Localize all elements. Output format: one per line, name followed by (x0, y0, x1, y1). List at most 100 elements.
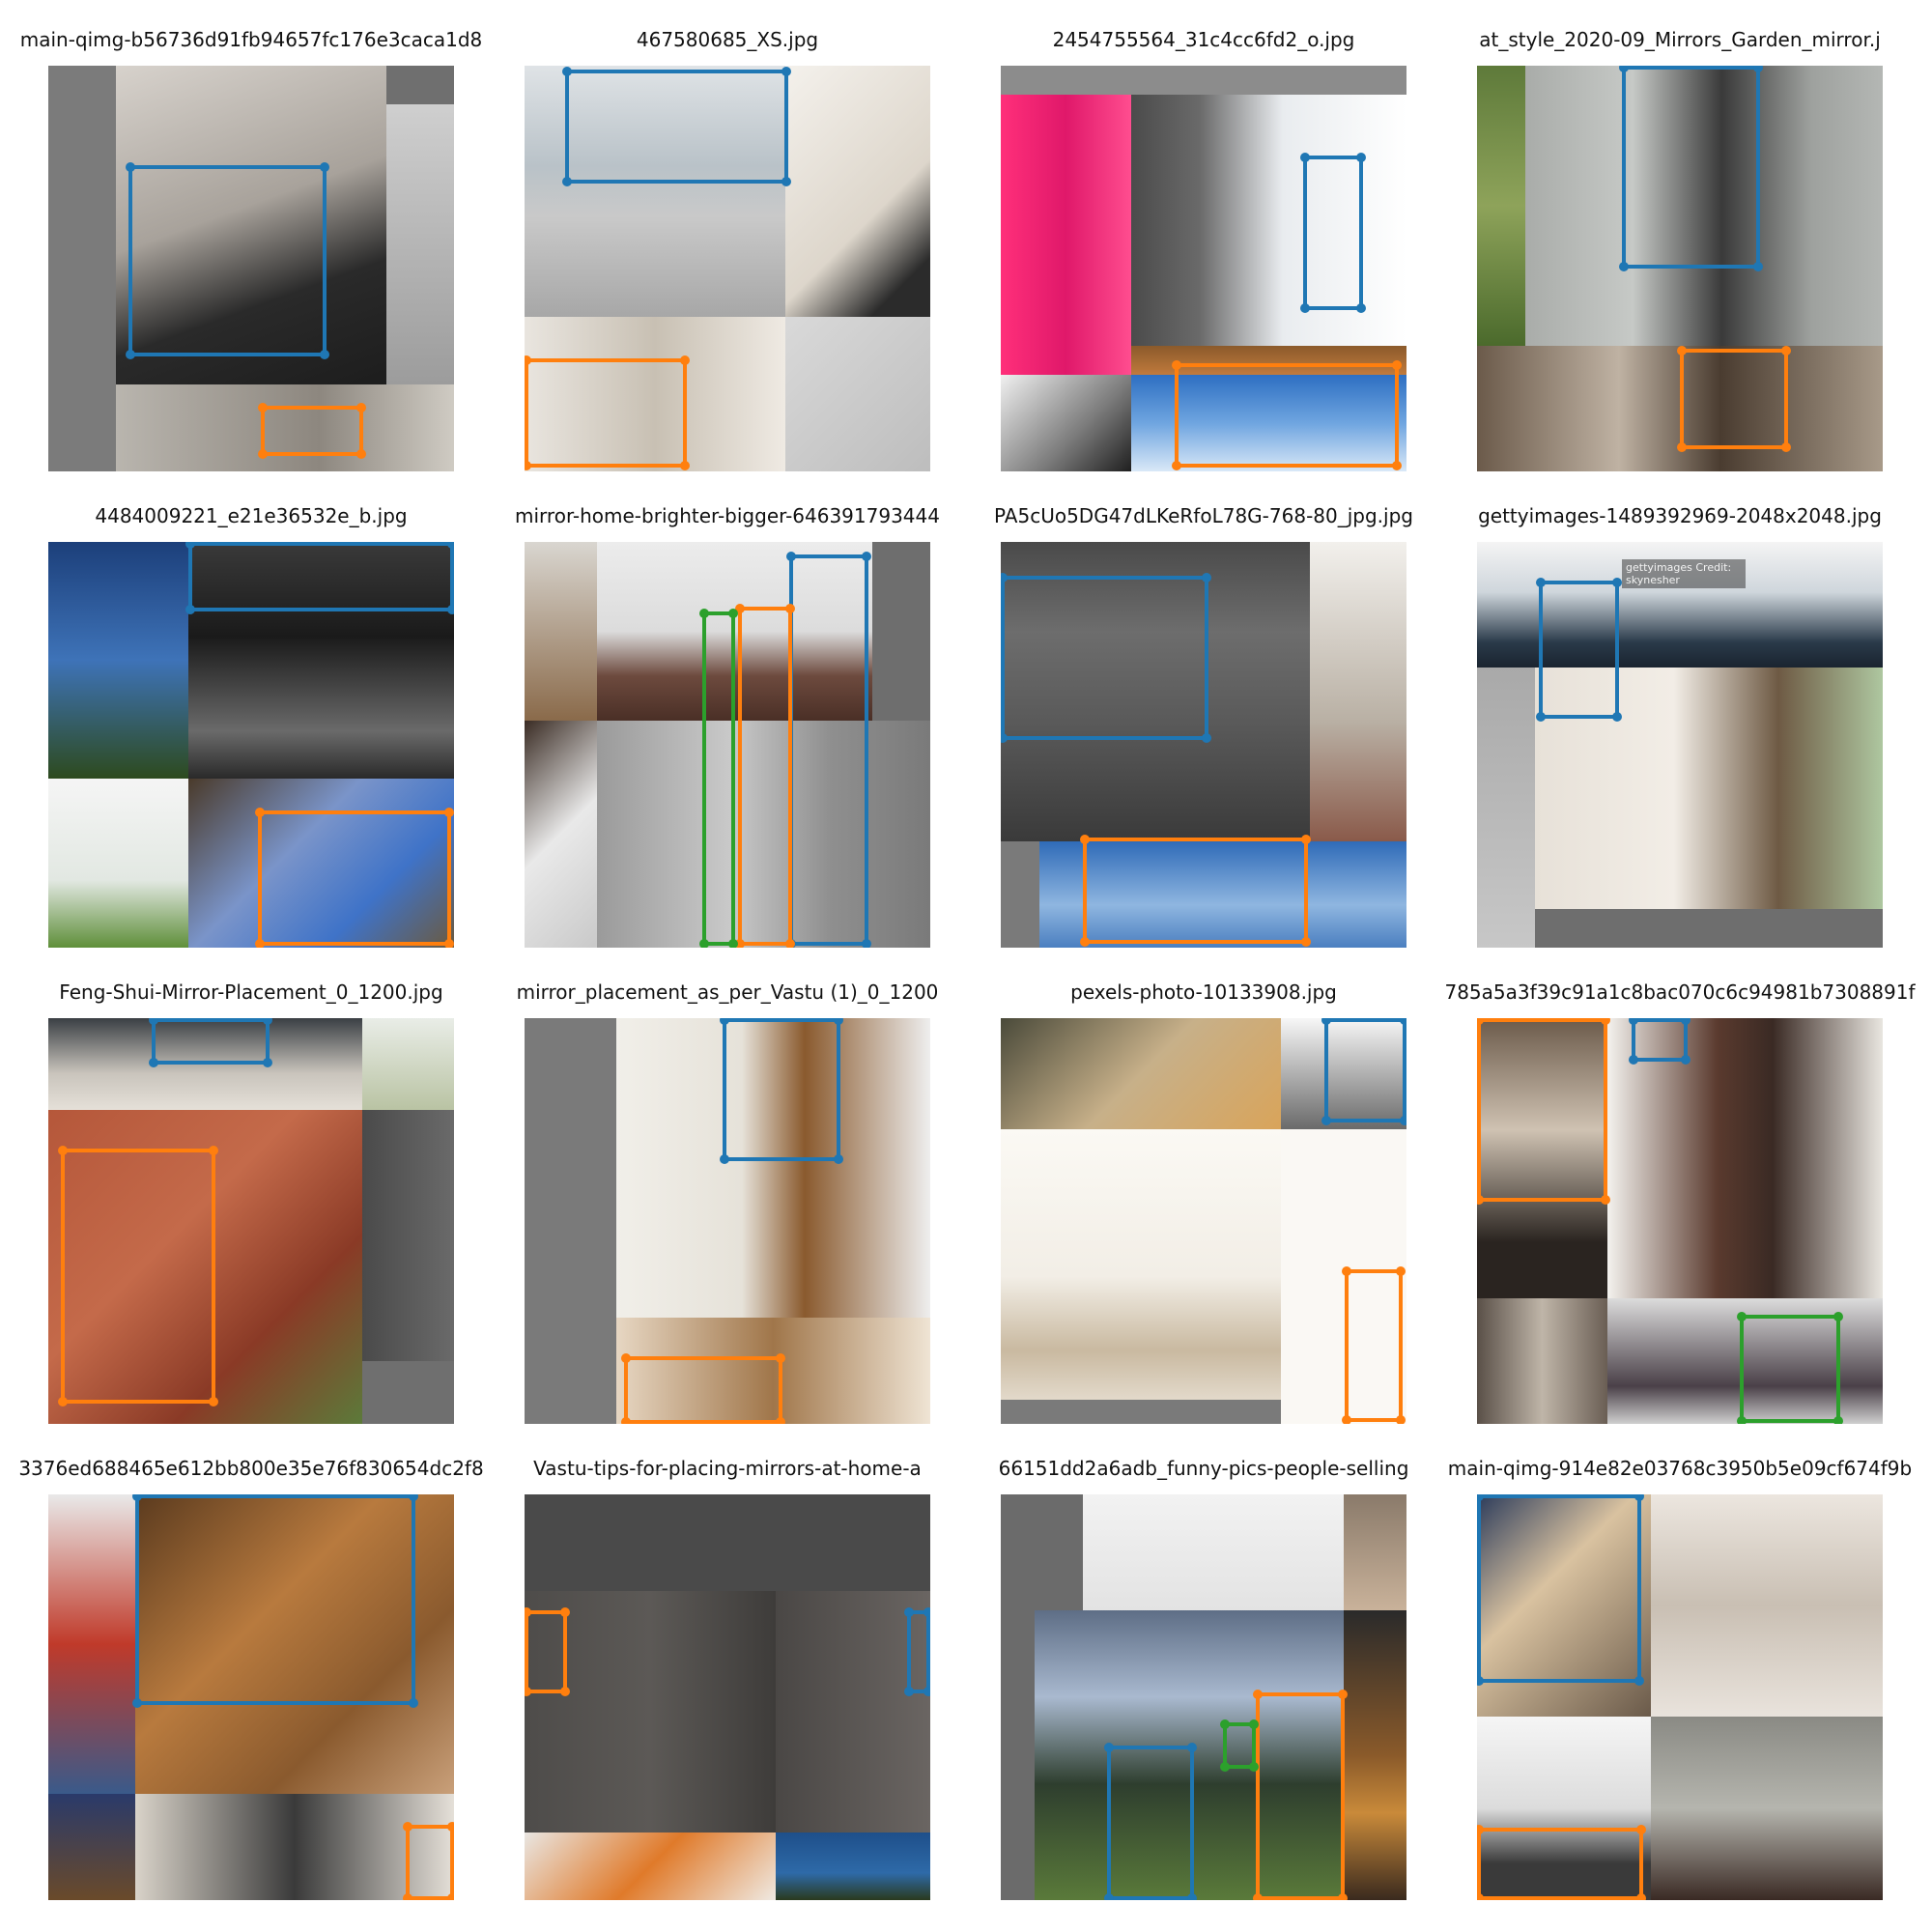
mosaic-tile (1651, 1717, 1883, 1900)
panel-title: 4484009221_e21e36532e_b.jpg (95, 504, 408, 527)
box-corner-marker (785, 939, 795, 948)
box-corner-marker (1104, 1893, 1114, 1900)
box-corner-marker (132, 1494, 142, 1501)
grid-panel: gettyimages-1489392969-2048x2048.jpg gett… (1458, 503, 1902, 979)
panel-title: gettyimages-1489392969-2048x2048.jpg (1478, 504, 1882, 527)
box-corner-marker (560, 1687, 570, 1696)
grid-panel: 2454755564_31c4cc6fd2_o.jpg (981, 27, 1426, 502)
mirror-bounding-box-green (1737, 1312, 1843, 1424)
mosaic-image (525, 1018, 930, 1424)
mirror-bounding-box-blue (720, 1018, 843, 1164)
box-corner-marker (1536, 578, 1546, 587)
box-corner-marker (1356, 153, 1366, 162)
box-corner-marker (1172, 461, 1181, 470)
mosaic-image (1477, 1494, 1883, 1900)
grid-panel: 66151dd2a6adb_funny-pics-people-selling (981, 1456, 1426, 1931)
mirror-bounding-box-blue (1300, 153, 1366, 313)
box-corner-marker (680, 461, 690, 470)
box-corner-marker (1477, 1893, 1484, 1900)
mosaic-tile (872, 542, 930, 721)
grid-panel: pexels-photo-10133908.jpg (981, 980, 1426, 1455)
box-corner-marker (1477, 1825, 1484, 1834)
box-corner-marker (1001, 573, 1008, 582)
box-corner-marker (1301, 937, 1311, 947)
box-corner-marker (1392, 360, 1402, 370)
box-corner-marker (258, 449, 268, 459)
box-corner-marker (1202, 573, 1211, 582)
mosaic-tile (1477, 1298, 1607, 1424)
box-corner-marker (447, 542, 454, 549)
box-corner-marker (1338, 1893, 1348, 1900)
mirror-bounding-box-blue (149, 1018, 272, 1067)
box-corner-marker (1220, 1719, 1230, 1729)
mosaic-tile (1344, 1610, 1406, 1900)
grid-panel: at_style_2020-09_Mirrors_Garden_mirror.j (1458, 27, 1902, 502)
mosaic-tile (525, 542, 597, 721)
box-corner-marker (1737, 1312, 1747, 1321)
box-corner-marker (776, 1417, 785, 1424)
box-corner-marker (1321, 1018, 1331, 1025)
grid-panel: PA5cUo5DG47dLKeRfoL78G-768-80_jpg.jpg (981, 503, 1426, 979)
panel-title: Vastu-tips-for-placing-mirrors-at-home-a (533, 1457, 922, 1480)
box-corner-marker (1104, 1743, 1114, 1752)
panel-title: main-qimg-b56736d91fb94657fc176e3caca1d8 (19, 28, 483, 51)
mirror-bounding-box-orange (1080, 835, 1311, 947)
mosaic-tile (386, 104, 454, 384)
box-corner-marker (680, 355, 690, 365)
mirror-bounding-box-blue (185, 542, 454, 614)
box-corner-marker (1833, 1416, 1843, 1424)
box-corner-marker (923, 1607, 930, 1617)
box-corner-marker (781, 67, 791, 76)
box-corner-marker (1080, 835, 1090, 844)
box-corner-marker (1396, 1266, 1406, 1276)
mirror-bounding-box-orange (525, 355, 690, 470)
mirror-bounding-box-blue (126, 162, 329, 359)
mosaic-tile (1001, 1400, 1281, 1424)
box-corner-marker (1634, 1676, 1644, 1686)
box-corner-marker (1677, 442, 1687, 452)
box-corner-marker (728, 609, 738, 618)
mirror-bounding-box-orange (1477, 1825, 1646, 1900)
mosaic-tile (1083, 1494, 1344, 1610)
mosaic-image (1477, 66, 1883, 471)
box-corner-marker (904, 1687, 914, 1696)
box-corner-marker (1187, 1893, 1197, 1900)
mosaic-image (525, 66, 930, 471)
mosaic-tile (48, 1494, 135, 1794)
box-corner-marker (923, 1687, 930, 1696)
mosaic-tile (48, 542, 188, 779)
box-corner-marker (58, 1397, 68, 1406)
box-corner-marker (209, 1397, 218, 1406)
box-corner-marker (185, 542, 195, 549)
box-corner-marker (320, 162, 329, 172)
panel-title: pexels-photo-10133908.jpg (1070, 980, 1337, 1004)
box-corner-marker (1202, 733, 1211, 743)
box-corner-marker (1356, 303, 1366, 313)
mosaic-tile (1535, 909, 1883, 948)
box-corner-marker (1612, 578, 1622, 587)
panel-title: 467580685_XS.jpg (636, 28, 819, 51)
box-corner-marker (1677, 346, 1687, 355)
box-corner-marker (132, 1698, 142, 1708)
box-corner-marker (776, 1353, 785, 1363)
box-corner-marker (1400, 1018, 1406, 1025)
box-corner-marker (1396, 1415, 1406, 1424)
panel-title: 785a5a3f39c91a1c8bac070c6c94981b7308891f (1444, 980, 1916, 1004)
mirror-bounding-box-blue (1619, 66, 1763, 271)
mirror-bounding-box-orange (1342, 1266, 1406, 1424)
box-corner-marker (444, 808, 454, 817)
mirror-bounding-box-orange (1253, 1690, 1348, 1900)
mosaic-image (48, 542, 454, 948)
mosaic-tile (1477, 668, 1535, 948)
mosaic-image (1001, 66, 1406, 471)
box-corner-marker (320, 350, 329, 359)
mirror-bounding-box-blue (1001, 573, 1211, 743)
box-corner-marker (126, 350, 135, 359)
box-corner-marker (699, 609, 709, 618)
box-corner-marker (258, 403, 268, 412)
box-corner-marker (862, 939, 871, 948)
mosaic-tile (1001, 66, 1406, 95)
grid-panel: main-qimg-914e82e03768c3950b5e09cf674f9b (1448, 1456, 1912, 1931)
mosaic-tile (1001, 95, 1131, 375)
mosaic-tile (1001, 1129, 1281, 1424)
